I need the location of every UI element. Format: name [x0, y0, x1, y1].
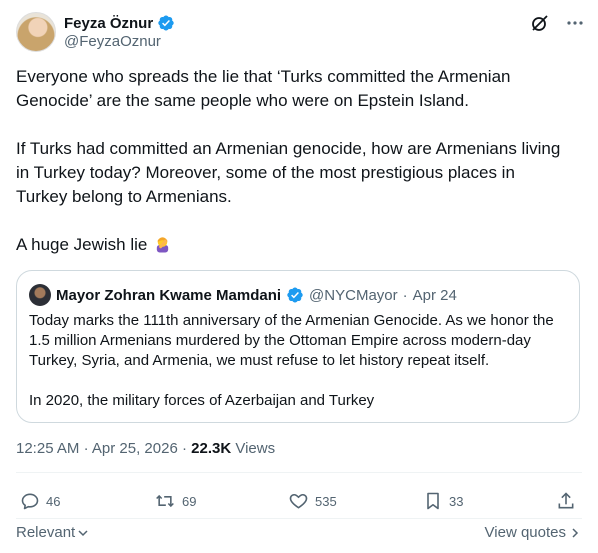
meta-separator: · — [83, 440, 89, 457]
divider — [16, 472, 582, 473]
verified-badge-icon — [158, 15, 174, 31]
quoted-author-name: Mayor Zohran Kwame Mamdani — [56, 286, 282, 304]
tweet-line: If Turks had committed an Armenian genoc… — [16, 139, 561, 158]
views-label: Views — [235, 440, 276, 457]
reply-icon — [21, 493, 39, 510]
tweet-time[interactable]: 12:25 AM — [16, 440, 79, 457]
sort-replies-dropdown[interactable]: Relevant — [16, 524, 89, 541]
repost-button[interactable]: 69 — [154, 486, 196, 516]
top-actions — [530, 12, 584, 34]
view-quotes-label: View quotes — [484, 524, 566, 541]
quoted-line: Turkey, Syria, and Armenia, we must refu… — [29, 352, 490, 369]
quoted-line: Today marks the 111th anniversary of the… — [29, 312, 554, 329]
quoted-tweet[interactable]: Mayor Zohran Kwame Mamdani @NYCMayor · A… — [16, 270, 580, 423]
sort-label: Relevant — [16, 524, 76, 541]
quoted-tweet-text: Today marks the 111th anniversary of the… — [29, 311, 569, 411]
share-button[interactable] — [556, 486, 576, 516]
quoted-line: 1.5 million Armenians murdered by the Ot… — [29, 332, 531, 349]
like-count: 535 — [315, 493, 337, 509]
tweet-line: Genocide’ are the same people who were o… — [16, 91, 469, 110]
tweet-line: Turkey belong to Armenians. — [16, 187, 232, 206]
bookmark-icon — [427, 492, 439, 510]
share-icon — [558, 492, 574, 509]
repost-count: 69 — [182, 493, 197, 509]
tweet-date[interactable]: Apr 25, 2026 — [92, 440, 178, 457]
tweet-line: Everyone who spreads the lie that ‘Turks… — [16, 67, 511, 86]
quoted-line: In 2020, the military forces of Azerbaij… — [29, 392, 375, 409]
tweet-line: A huge Jewish lie — [16, 235, 148, 254]
author-name[interactable]: Feyza Öznur — [64, 15, 153, 32]
tweet-line: in Turkey today? Moreover, some of the m… — [16, 163, 515, 182]
like-button[interactable]: 535 — [288, 486, 337, 516]
author-handle[interactable]: @FeyzaOznur — [64, 33, 161, 50]
bookmark-button[interactable]: 33 — [423, 486, 463, 516]
heart-icon — [289, 493, 308, 509]
quoted-date: Apr 24 — [412, 286, 457, 304]
action-bar: 46 69 535 33 — [16, 486, 582, 516]
quoted-tweet-header: Mayor Zohran Kwame Mamdani @NYCMayor · A… — [29, 284, 457, 306]
meta-separator: · — [181, 440, 187, 457]
person-facepalming-emoji-icon — [156, 237, 169, 253]
chevron-down-icon — [78, 529, 88, 536]
repost-icon — [156, 494, 174, 508]
quoted-separator: · — [402, 286, 408, 304]
reply-count: 46 — [46, 493, 61, 509]
author-avatar[interactable] — [16, 12, 56, 52]
more-options-icon[interactable] — [566, 14, 584, 32]
tweet-text: Everyone who spreads the lie that ‘Turks… — [16, 65, 582, 257]
quoted-author-avatar — [29, 284, 51, 306]
divider — [16, 518, 582, 519]
bookmark-count: 33 — [449, 493, 464, 509]
tweet-meta: 12:25 AM · Apr 25, 2026 · 22.3K Views — [16, 440, 275, 457]
reply-button[interactable]: 46 — [20, 486, 60, 516]
author-name-row: Feyza Öznur — [64, 12, 175, 34]
views-count: 22.3K — [191, 440, 232, 457]
verified-badge-icon — [287, 287, 303, 303]
view-quotes-link[interactable]: View quotes — [485, 524, 580, 541]
chevron-right-icon — [572, 527, 579, 538]
quoted-author-handle: @NYCMayor — [309, 286, 398, 304]
grok-icon[interactable] — [530, 13, 550, 33]
